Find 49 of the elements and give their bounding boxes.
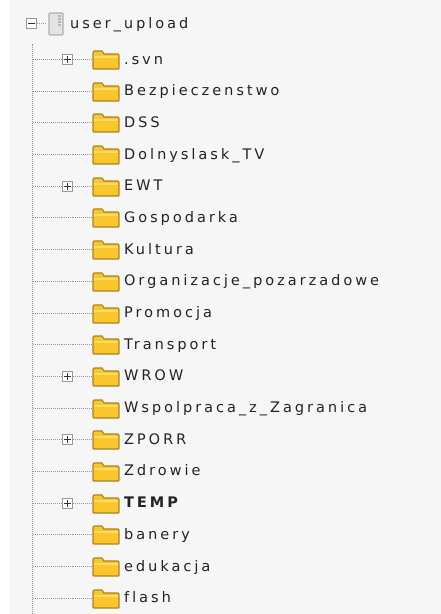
folder-icon <box>92 270 120 292</box>
server-icon <box>48 12 64 36</box>
folder-icon <box>92 524 120 546</box>
folder-label[interactable]: TEMP <box>124 495 181 512</box>
folder-label[interactable]: Bezpieczenstwo <box>124 83 282 100</box>
expand-button[interactable] <box>62 54 73 66</box>
folder-label[interactable]: Organizacje_pozarzadowe <box>124 273 382 290</box>
folder-label[interactable]: edukacja <box>124 558 214 575</box>
folder-icon <box>92 366 120 387</box>
folder-label[interactable]: Transport <box>124 336 220 353</box>
folder-icon <box>92 144 120 166</box>
folder-icon <box>92 588 120 609</box>
expand-button[interactable] <box>62 434 73 446</box>
folder-label[interactable]: Dolnyslask_TV <box>124 146 268 163</box>
plus-icon <box>64 436 71 444</box>
folder-icon <box>92 80 120 102</box>
folder-icon <box>92 398 120 419</box>
plus-icon <box>64 182 71 190</box>
folder-icon <box>92 176 120 197</box>
folder-label[interactable]: DSS <box>124 114 163 131</box>
folder-icon <box>92 556 120 578</box>
folder-icon <box>92 460 120 482</box>
folder-icon <box>92 429 120 450</box>
folder-label[interactable]: EWT <box>124 178 166 194</box>
expand-button[interactable] <box>62 180 73 192</box>
expand-button[interactable] <box>62 498 73 509</box>
folder-icon <box>92 112 120 134</box>
folder-icon <box>92 334 120 356</box>
folder-label[interactable]: user_upload <box>70 16 192 32</box>
plus-icon <box>64 372 71 380</box>
expand-button[interactable] <box>26 18 37 30</box>
folder-label[interactable]: Gospodarka <box>124 210 241 226</box>
folder-label[interactable]: Kultura <box>124 242 197 258</box>
expand-button[interactable] <box>62 370 73 382</box>
folder-label[interactable]: banery <box>124 526 193 543</box>
folder-label[interactable]: Wspolpraca_z_Zagranica <box>124 400 370 416</box>
folder-icon <box>92 49 120 70</box>
folder-label[interactable]: .svn <box>124 52 166 68</box>
folder-icon <box>92 239 120 260</box>
folder-label[interactable]: Zdrowie <box>124 463 204 480</box>
folder-label[interactable]: ZPORR <box>124 432 190 448</box>
folder-label[interactable]: Promocja <box>124 305 215 322</box>
plus-icon <box>64 56 71 64</box>
folder-label[interactable]: WROW <box>124 368 186 384</box>
folder-label[interactable]: flash <box>124 590 174 606</box>
folder-icon <box>92 207 120 228</box>
folder-icon <box>92 492 120 514</box>
folder-icon <box>92 302 120 324</box>
plus-icon <box>64 500 71 507</box>
